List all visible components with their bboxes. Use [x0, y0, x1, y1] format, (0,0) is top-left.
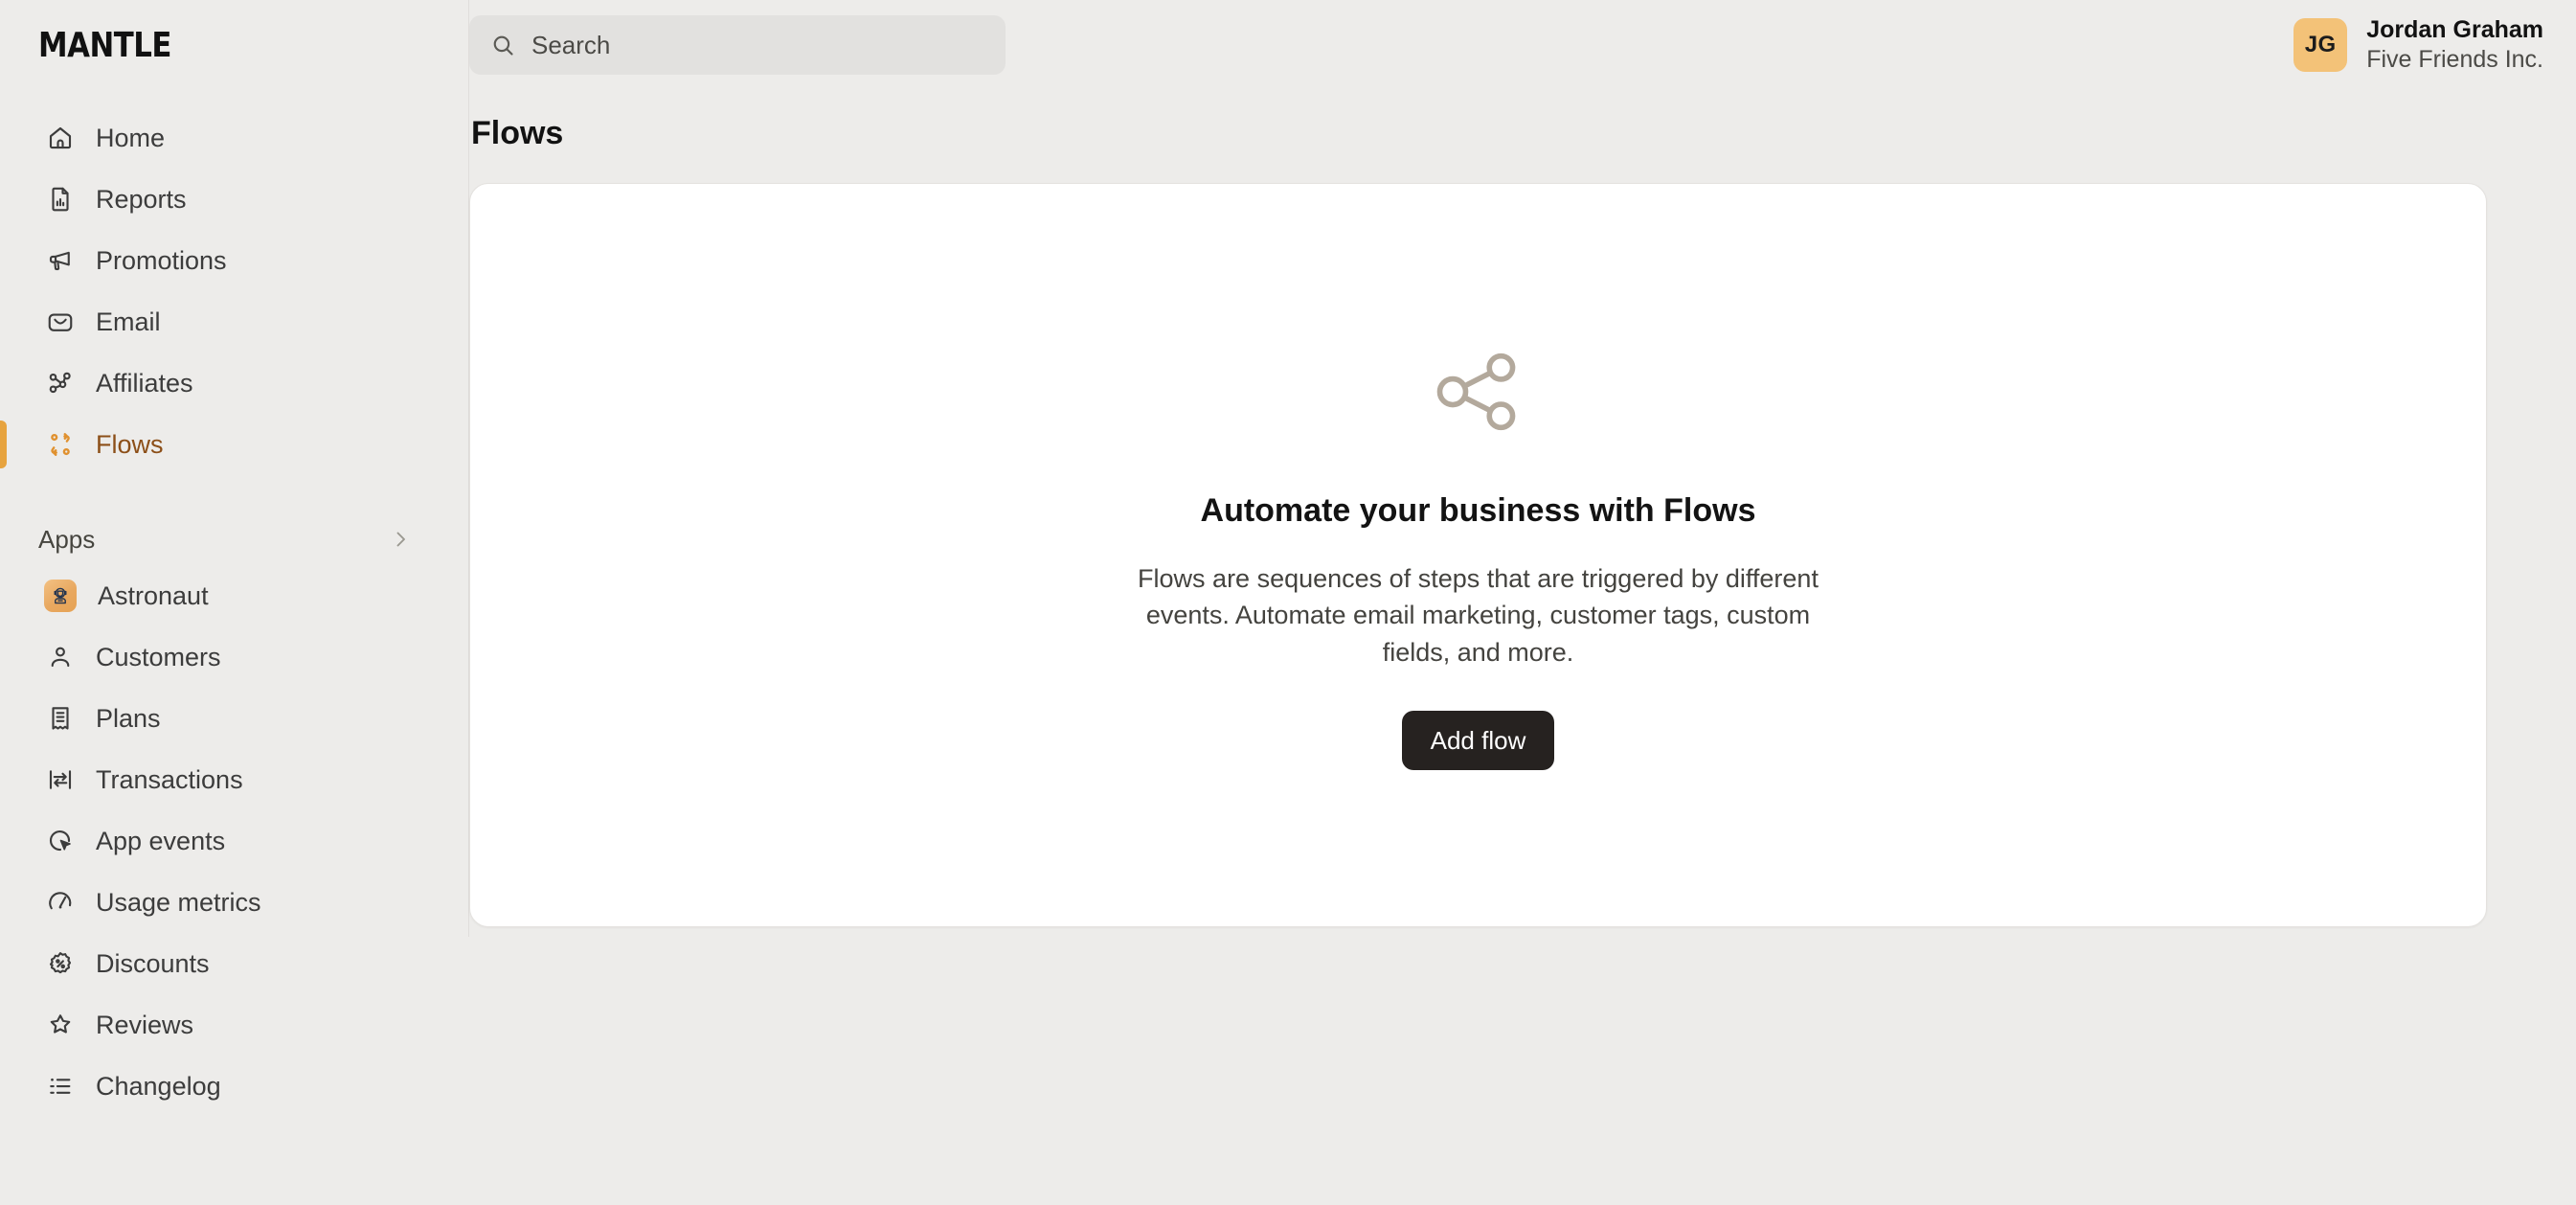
home-icon — [46, 124, 75, 152]
sidebar-item-app-events[interactable]: App events — [0, 810, 469, 872]
sidebar-item-astronaut[interactable]: Astronaut — [0, 565, 469, 626]
user-meta: Jordan Graham Five Friends Inc. — [2366, 15, 2543, 76]
sidebar-item-label: App events — [96, 826, 226, 855]
astronaut-app-icon — [44, 580, 77, 612]
user-name: Jordan Graham — [2366, 15, 2543, 43]
page-content: Flows Automate your business with Flows — [469, 115, 2576, 927]
cursor-click-icon — [46, 827, 75, 855]
chevron-right-icon — [389, 528, 412, 551]
sidebar-item-label: Flows — [96, 429, 164, 459]
sidebar-item-changelog[interactable]: Changelog — [0, 1056, 469, 1117]
empty-state-body: Flows are sequences of steps that are tr… — [1138, 563, 1819, 667]
sidebar-item-label: Plans — [96, 703, 161, 733]
flows-empty-card: Automate your business with Flows Flows … — [469, 183, 2487, 927]
sidebar-item-label: Promotions — [96, 245, 227, 275]
sidebar-item-promotions[interactable]: Promotions — [0, 230, 469, 291]
sidebar-item-plans[interactable]: Plans — [0, 688, 469, 749]
brand-logo[interactable]: MANTLE — [0, 0, 469, 90]
primary-nav: Home Reports Promotions Email Affiliates… — [0, 90, 469, 1117]
sidebar-item-label: Email — [96, 307, 161, 336]
sidebar-item-email[interactable]: Email — [0, 291, 469, 352]
transfer-icon — [46, 765, 75, 794]
sidebar-item-affiliates[interactable]: Affiliates — [0, 352, 469, 414]
sidebar-item-usage-metrics[interactable]: Usage metrics — [0, 872, 469, 933]
sidebar: MANTLE Home Reports Promotions Email Aff… — [0, 0, 469, 1205]
sidebar-item-home[interactable]: Home — [0, 107, 469, 169]
search-input[interactable] — [531, 30, 984, 60]
sidebar-item-label: Usage metrics — [96, 887, 261, 917]
empty-state: Automate your business with Flows Flows … — [1096, 340, 1862, 771]
sidebar-item-transactions[interactable]: Transactions — [0, 749, 469, 810]
sidebar-item-flows[interactable]: Flows — [0, 414, 469, 475]
sidebar-item-customers[interactable]: Customers — [0, 626, 469, 688]
avatar: JG — [2294, 18, 2348, 72]
search-box[interactable] — [469, 15, 1006, 75]
sidebar-item-reviews[interactable]: Reviews — [0, 994, 469, 1056]
gauge-icon — [46, 888, 75, 917]
sidebar-item-label: Transactions — [96, 764, 243, 794]
flow-icon — [46, 430, 75, 459]
brand-wordmark: MANTLE — [38, 25, 171, 65]
sidebar-item-reports[interactable]: Reports — [0, 169, 469, 230]
sidebar-item-discounts[interactable]: Discounts — [0, 933, 469, 994]
list-icon — [46, 1072, 75, 1101]
sidebar-section-label: Apps — [38, 524, 96, 554]
affiliates-icon — [46, 369, 75, 398]
page-title: Flows — [471, 115, 564, 151]
user-menu[interactable]: JG Jordan Graham Five Friends Inc. — [2294, 15, 2543, 76]
discount-icon — [46, 949, 75, 978]
topbar: JG Jordan Graham Five Friends Inc. — [469, 0, 2576, 90]
report-icon — [46, 185, 75, 214]
main-area: JG Jordan Graham Five Friends Inc. Flows — [469, 0, 2576, 1205]
sidebar-item-label: Affiliates — [96, 368, 193, 398]
search-icon — [490, 33, 516, 58]
sidebar-item-label: Reports — [96, 184, 187, 214]
star-icon — [46, 1011, 75, 1039]
sidebar-section-apps[interactable]: Apps — [0, 513, 469, 565]
search-container — [469, 15, 1006, 75]
receipt-icon — [46, 704, 75, 733]
empty-state-title: Automate your business with Flows — [1200, 491, 1756, 529]
megaphone-icon — [46, 246, 75, 275]
sidebar-item-label: Reviews — [96, 1010, 194, 1039]
sidebar-item-label: Customers — [96, 642, 221, 671]
envelope-icon — [46, 307, 75, 336]
share-nodes-icon — [1427, 340, 1530, 448]
sidebar-item-label: Discounts — [96, 948, 210, 978]
app-root: MANTLE Home Reports Promotions Email Aff… — [0, 0, 2576, 1205]
user-organization: Five Friends Inc. — [2366, 46, 2543, 73]
person-icon — [46, 643, 75, 671]
sidebar-item-label: Astronaut — [98, 580, 209, 610]
add-flow-button[interactable]: Add flow — [1401, 711, 1555, 771]
sidebar-item-label: Changelog — [96, 1071, 221, 1101]
sidebar-item-label: Home — [96, 123, 166, 152]
